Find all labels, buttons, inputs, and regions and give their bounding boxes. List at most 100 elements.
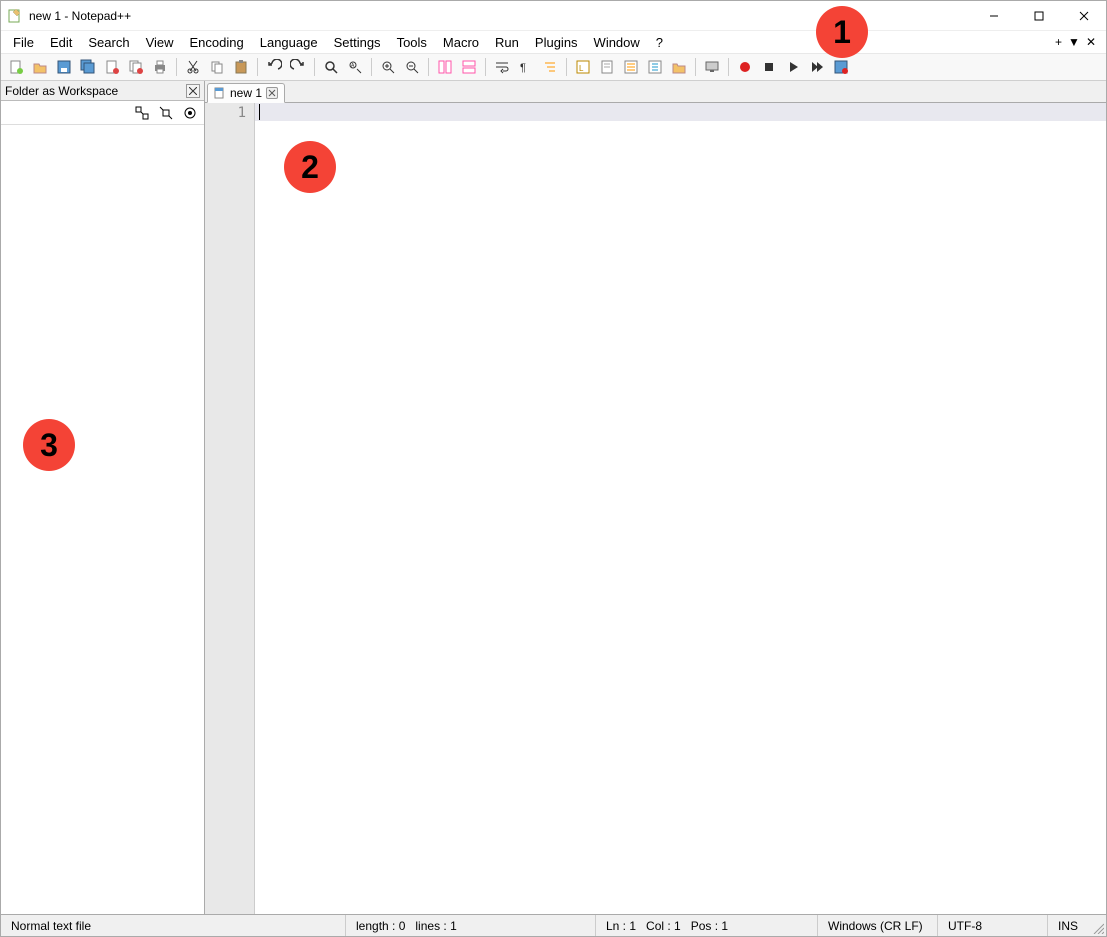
- statusbar: Normal text file length : 0 lines : 1 Ln…: [1, 914, 1106, 936]
- save-macro-button[interactable]: [830, 56, 852, 78]
- redo-icon: [290, 59, 306, 75]
- save-all-button[interactable]: [77, 56, 99, 78]
- sidebar-header: Folder as Workspace: [1, 81, 204, 101]
- sync-v-button[interactable]: [434, 56, 456, 78]
- paste-button[interactable]: [230, 56, 252, 78]
- status-ins[interactable]: INS: [1048, 915, 1088, 936]
- tab-close-icon[interactable]: ✕: [1086, 35, 1096, 49]
- new-file-button[interactable]: [5, 56, 27, 78]
- status-encoding[interactable]: UTF-8: [938, 915, 1048, 936]
- tab-label: new 1: [230, 86, 262, 100]
- close-window-button[interactable]: [1061, 1, 1106, 30]
- sidebar-tree[interactable]: [1, 125, 204, 914]
- all-chars-icon: ¶: [518, 59, 534, 75]
- save-button[interactable]: [53, 56, 75, 78]
- app-icon: [7, 8, 23, 24]
- menu-edit[interactable]: Edit: [42, 33, 80, 52]
- locate-file-icon[interactable]: [182, 105, 198, 121]
- save-macro-icon: [833, 59, 849, 75]
- window-title: new 1 - Notepad++: [29, 9, 131, 23]
- menu-run[interactable]: Run: [487, 33, 527, 52]
- doc-list-button[interactable]: [620, 56, 642, 78]
- tab-new-1[interactable]: new 1: [207, 83, 285, 103]
- toolbar-separator: [176, 58, 177, 76]
- menu-macro[interactable]: Macro: [435, 33, 487, 52]
- print-icon: [152, 59, 168, 75]
- maximize-button[interactable]: [1016, 1, 1061, 30]
- sync-h-button[interactable]: [458, 56, 480, 78]
- status-length: length : 0: [356, 919, 405, 933]
- sidebar-toolbar: [1, 101, 204, 125]
- minimize-button[interactable]: [971, 1, 1016, 30]
- zoom-in-button[interactable]: [377, 56, 399, 78]
- cut-button[interactable]: [182, 56, 204, 78]
- menu-search[interactable]: Search: [80, 33, 137, 52]
- annotation-1: 1: [816, 6, 868, 58]
- tab-close-button[interactable]: [266, 87, 278, 99]
- menu-help[interactable]: ?: [648, 33, 671, 52]
- menu-file[interactable]: File: [5, 33, 42, 52]
- close-all-button[interactable]: [125, 56, 147, 78]
- stop-macro-button[interactable]: [758, 56, 780, 78]
- menu-encoding[interactable]: Encoding: [182, 33, 252, 52]
- func-list-button[interactable]: [644, 56, 666, 78]
- editor-area: new 1 1: [205, 81, 1106, 914]
- indent-guide-button[interactable]: [539, 56, 561, 78]
- menu-view[interactable]: View: [138, 33, 182, 52]
- expand-all-icon[interactable]: [134, 105, 150, 121]
- zoom-out-button[interactable]: [401, 56, 423, 78]
- menu-language[interactable]: Language: [252, 33, 326, 52]
- status-cursor: Ln : 1 Col : 1 Pos : 1: [596, 915, 818, 936]
- doc-map-button[interactable]: [596, 56, 618, 78]
- wordwrap-button[interactable]: [491, 56, 513, 78]
- menu-settings[interactable]: Settings: [326, 33, 389, 52]
- play-macro-button[interactable]: [782, 56, 804, 78]
- status-ln: Ln : 1: [606, 919, 636, 933]
- close-button[interactable]: [101, 56, 123, 78]
- menu-window[interactable]: Window: [586, 33, 648, 52]
- window-controls: [971, 1, 1106, 30]
- titlebar: new 1 - Notepad++: [1, 1, 1106, 31]
- toolbar-separator: [257, 58, 258, 76]
- menu-tools[interactable]: Tools: [389, 33, 435, 52]
- save-icon: [56, 59, 72, 75]
- record-macro-button[interactable]: [734, 56, 756, 78]
- collapse-all-icon[interactable]: [158, 105, 174, 121]
- menu-plugins[interactable]: Plugins: [527, 33, 586, 52]
- folder-ws-button[interactable]: [668, 56, 690, 78]
- doc-map-icon: [599, 59, 615, 75]
- replace-button[interactable]: A: [344, 56, 366, 78]
- folder-workspace-panel: Folder as Workspace: [1, 81, 205, 914]
- monitor-button[interactable]: [701, 56, 723, 78]
- print-button[interactable]: [149, 56, 171, 78]
- paste-icon: [233, 59, 249, 75]
- resize-grip[interactable]: [1088, 915, 1106, 936]
- status-eol[interactable]: Windows (CR LF): [818, 915, 938, 936]
- open-file-icon: [32, 59, 48, 75]
- text-editor[interactable]: [255, 103, 1106, 914]
- close-all-icon: [128, 59, 144, 75]
- find-button[interactable]: [320, 56, 342, 78]
- new-file-icon: [8, 59, 24, 75]
- play-multi-button[interactable]: [806, 56, 828, 78]
- line-number: 1: [205, 105, 246, 121]
- open-file-button[interactable]: [29, 56, 51, 78]
- undo-button[interactable]: [263, 56, 285, 78]
- copy-button[interactable]: [206, 56, 228, 78]
- tab-dropdown-icon[interactable]: ▼: [1068, 35, 1080, 49]
- tab-file-icon: [214, 87, 226, 99]
- status-length-lines: length : 0 lines : 1: [346, 915, 596, 936]
- lang-udl-button[interactable]: L: [572, 56, 594, 78]
- redo-button[interactable]: [287, 56, 309, 78]
- play-macro-icon: [785, 59, 801, 75]
- new-tab-plus-icon[interactable]: +: [1055, 35, 1062, 49]
- sync-v-icon: [437, 59, 453, 75]
- annotation-2: 2: [284, 141, 336, 193]
- all-chars-button[interactable]: ¶: [515, 56, 537, 78]
- toolbar-separator: [695, 58, 696, 76]
- cut-icon: [185, 59, 201, 75]
- status-lines: lines : 1: [415, 919, 456, 933]
- sidebar-close-button[interactable]: [186, 84, 200, 98]
- save-all-icon: [80, 59, 96, 75]
- monitor-icon: [704, 59, 720, 75]
